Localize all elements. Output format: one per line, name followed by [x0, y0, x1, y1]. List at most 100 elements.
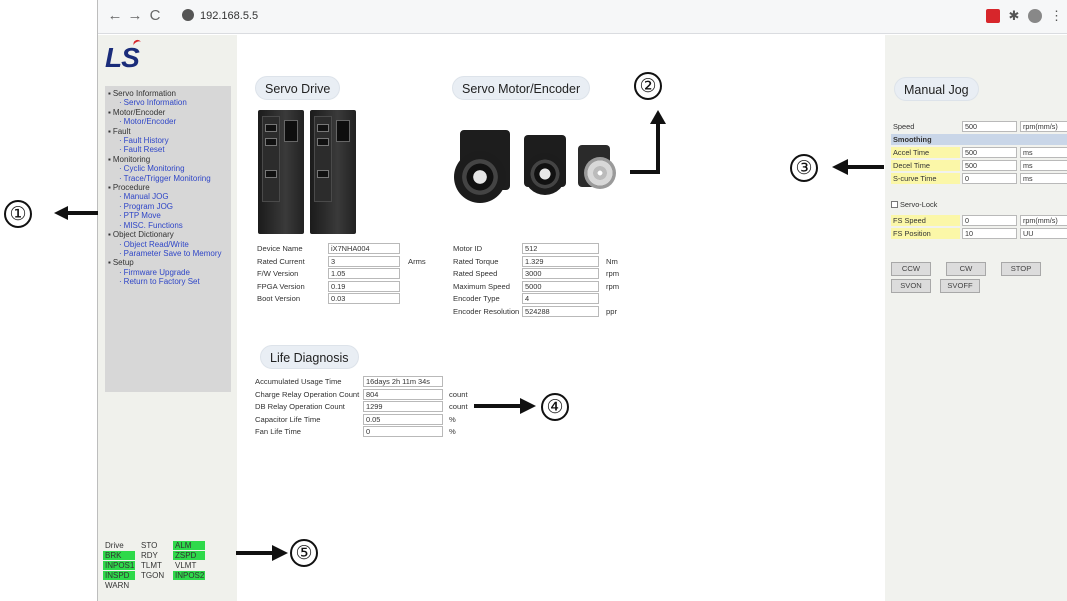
url-text: 192.168.5.5 — [200, 10, 259, 22]
status-indicator: ALM — [173, 541, 205, 550]
value-field[interactable]: 1.329 — [522, 255, 599, 267]
jog-label: Accel Time — [891, 147, 960, 158]
unit-label: Nm — [606, 256, 618, 266]
unit-label: % — [449, 427, 456, 436]
site-info-icon[interactable] — [182, 9, 194, 21]
status-indicator: INPOS2 — [173, 571, 205, 580]
life-diagnosis-title: Life Diagnosis — [260, 345, 359, 369]
unit-label: Arms — [408, 256, 426, 266]
value-field[interactable]: iX7NHA004 — [328, 243, 400, 254]
left-sidebar: LS Servo InformationServo InformationMot… — [98, 35, 237, 601]
jog-label: FS Speed — [891, 215, 960, 226]
menu-link[interactable]: PTP Move — [108, 211, 231, 220]
menu-link[interactable]: Parameter Save to Memory — [108, 249, 231, 258]
address-bar[interactable]: 192.168.5.5 — [182, 6, 342, 26]
menu-category: Monitoring — [108, 155, 231, 164]
status-indicator: TLMT — [141, 561, 162, 570]
jog-ccw-button[interactable]: CCW — [891, 262, 931, 276]
jog-value-input[interactable]: 10 — [962, 228, 1017, 239]
pdf-extension-icon[interactable] — [986, 9, 1000, 23]
jog-label: S-curve Time — [891, 173, 960, 184]
fs-row: FS Speed 0 rpm(mm/s) — [891, 215, 1067, 226]
field-label: Rated Torque — [453, 256, 499, 266]
jog-value-input[interactable]: 500 — [962, 160, 1017, 171]
menu-category: Setup — [108, 258, 231, 267]
servo-lock-checkbox[interactable]: Servo-Lock — [891, 199, 937, 210]
field-label: Accumulated Usage Time — [255, 377, 342, 386]
smoothing-row: Decel Time 500 ms — [891, 160, 1067, 171]
field-label: Charge Relay Operation Count — [255, 389, 360, 399]
smoothing-row: S-curve Time 0 ms — [891, 173, 1067, 184]
manual-jog-panel: Manual Jog Speed 500 rpm(mm/s) Smoothing Acc… — [885, 35, 1067, 601]
status-indicator: STO — [141, 541, 158, 550]
menu-link[interactable]: Servo Information — [108, 98, 231, 107]
menu-kebab-icon[interactable]: ⋮ — [1050, 9, 1063, 23]
jog-label: Speed — [893, 122, 915, 131]
unit-label: rpm — [606, 281, 620, 291]
field-label: Boot Version — [257, 294, 301, 303]
menu-category: Motor/Encoder — [108, 108, 231, 117]
callout-1: ① — [4, 200, 32, 228]
value-field[interactable]: 1299 — [363, 401, 443, 412]
field-label: Device Name — [257, 244, 303, 253]
menu-link[interactable]: Object Read/Write — [108, 240, 231, 249]
arrow-right-icon — [236, 545, 288, 561]
menu-link[interactable]: Trace/Trigger Monitoring — [108, 174, 231, 183]
value-field[interactable]: 16days 2h 11m 34s — [363, 376, 443, 387]
puzzle-extensions-icon[interactable]: ✱ — [1007, 9, 1021, 23]
menu-link[interactable]: Program JOG — [108, 202, 231, 211]
jog-unit: rpm(mm/s) — [1020, 121, 1067, 132]
jog-cw-button[interactable]: CW — [946, 262, 986, 276]
jog-svon-button[interactable]: SVON — [891, 279, 931, 293]
value-field[interactable]: 5000 — [522, 280, 599, 292]
field-label: F/W Version — [257, 269, 299, 278]
menu-category: Object Dictionary — [108, 230, 231, 239]
menu-link[interactable]: Manual JOG — [108, 192, 231, 201]
status-indicator: RDY — [141, 551, 158, 560]
unit-label: % — [449, 414, 456, 424]
menu-link[interactable]: Fault History — [108, 136, 231, 145]
value-field[interactable]: 0 — [363, 426, 443, 437]
jog-label: FS Position — [891, 228, 960, 239]
menu-link[interactable]: Fault Reset — [108, 145, 231, 154]
fs-row: FS Position 10 UU — [891, 228, 1067, 239]
jog-value-input[interactable]: 0 — [962, 215, 1017, 226]
unit-label: rpm — [606, 269, 620, 278]
status-indicator-panel: Drive Enable STO ALM BRK RDY ZSPD INPOS1 TLMT VL… — [103, 541, 233, 596]
profile-avatar-icon[interactable] — [1028, 9, 1042, 23]
value-field[interactable]: 4 — [522, 293, 599, 304]
value-field[interactable]: 0.03 — [328, 293, 400, 304]
value-field[interactable]: 524288 — [522, 305, 599, 317]
status-indicator: BRK — [103, 551, 135, 560]
status-indicator: Drive Enable — [105, 541, 130, 559]
value-field[interactable]: 0.05 — [363, 413, 443, 425]
smoothing-header: Smoothing — [891, 134, 1067, 145]
menu-link[interactable]: Motor/Encoder — [108, 117, 231, 126]
value-field[interactable]: 1.05 — [328, 268, 400, 279]
menu-link[interactable]: Return to Factory Set — [108, 277, 231, 286]
back-button[interactable]: ← — [106, 7, 124, 25]
status-indicator: INPOS1 — [103, 561, 135, 570]
jog-svoff-button[interactable]: SVOFF — [940, 279, 980, 293]
servo-motor-title: Servo Motor/Encoder — [452, 76, 591, 100]
value-field[interactable]: 0.19 — [328, 280, 400, 292]
value-field[interactable]: 3000 — [522, 268, 599, 279]
arrow-up-icon — [630, 110, 666, 174]
forward-button[interactable]: → — [126, 7, 144, 25]
reload-button[interactable]: C — [146, 7, 164, 25]
menu-category: Procedure — [108, 183, 231, 192]
value-field[interactable]: 512 — [522, 243, 599, 254]
menu-link[interactable]: Firmware Upgrade — [108, 268, 231, 277]
value-field[interactable]: 3 — [328, 255, 400, 267]
field-label: Fan Life Time — [255, 427, 302, 436]
jog-stop-button[interactable]: STOP — [1001, 262, 1041, 276]
servo-drive-title: Servo Drive — [255, 76, 341, 100]
menu-link[interactable]: Cyclic Monitoring — [108, 164, 231, 173]
value-field[interactable]: 804 — [363, 388, 443, 400]
jog-value-input[interactable]: 0 — [962, 173, 1017, 184]
menu-link[interactable]: MISC. Functions — [108, 221, 231, 230]
checkbox-icon[interactable] — [891, 201, 898, 208]
jog-value-input[interactable]: 500 — [962, 147, 1017, 158]
smoothing-row: Accel Time 500 ms — [891, 147, 1067, 158]
jog-value-input[interactable]: 500 — [962, 121, 1017, 132]
